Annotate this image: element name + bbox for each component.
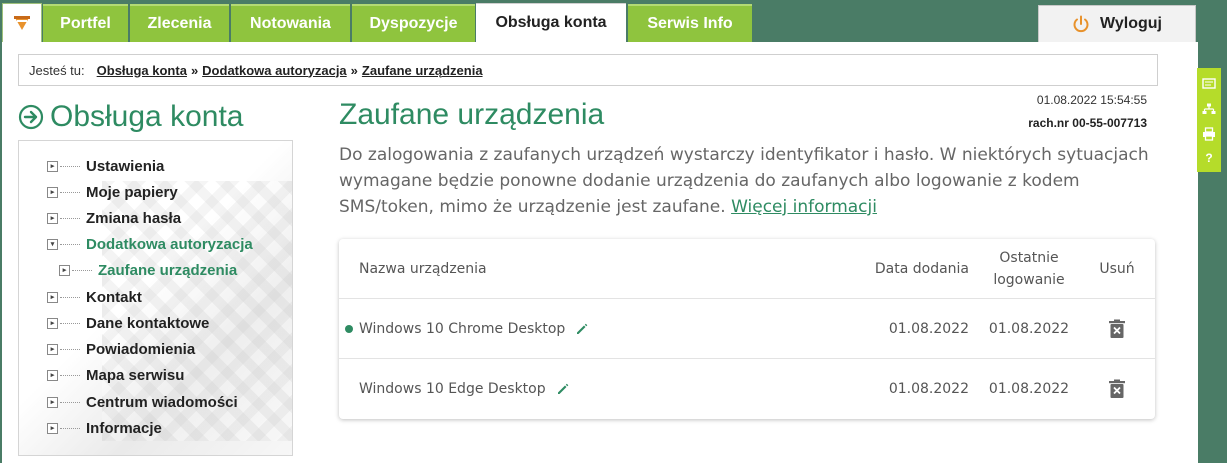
logout-label: Wyloguj	[1100, 15, 1162, 32]
expand-icon: ▸	[47, 343, 58, 355]
tab-dyspozycje[interactable]: Dyspozycje	[352, 4, 475, 42]
side-toolbar: ?	[1197, 68, 1221, 172]
sidebar-item-label: Mapa serwisu	[86, 366, 185, 384]
sidebar-item-label: Ustawienia	[86, 157, 165, 175]
breadcrumb-separator: »	[350, 62, 358, 78]
expand-icon: ▸	[47, 291, 58, 303]
logout-button[interactable]: Wyloguj	[1038, 5, 1196, 42]
device-name-cell: Windows 10 Edge Desktop	[359, 359, 570, 419]
column-header-added: Data dodania	[874, 260, 969, 277]
edit-device-name-button[interactable]	[575, 322, 589, 336]
expand-icon: ▸	[47, 212, 58, 224]
table-row: Windows 10 Edge Desktop 01.08.2022 01.08…	[339, 359, 1155, 419]
sidebar-item-label: Dane kontaktowe	[86, 314, 210, 332]
tab-notowania[interactable]: Notowania	[231, 4, 350, 42]
column-header-name: Nazwa urządzenia	[359, 260, 487, 277]
sidebar-item-dodatkowa-autoryzacja[interactable]: ▾ Dodatkowa autoryzacja	[47, 235, 253, 253]
more-info-link[interactable]: Więcej informacji	[731, 197, 877, 217]
expand-icon: ▸	[47, 160, 58, 172]
column-header-last-login: Ostatnie logowanie	[993, 249, 1065, 288]
sitemap-icon[interactable]	[1202, 100, 1216, 119]
collapse-icon: ▾	[47, 238, 58, 250]
sidebar-item-dane-kontaktowe[interactable]: ▸ Dane kontaktowe	[47, 314, 209, 332]
tab-portfel[interactable]: Portfel	[43, 4, 128, 42]
edit-device-name-button[interactable]	[556, 382, 570, 396]
pencil-icon	[577, 323, 588, 334]
sidebar-item-informacje[interactable]: ▸ Informacje	[47, 419, 162, 437]
print-icon[interactable]	[1202, 126, 1216, 145]
device-name-cell: Windows 10 Chrome Desktop	[359, 299, 589, 358]
breadcrumb-link-zaufane-urzadzenia[interactable]: Zaufane urządzenia	[362, 63, 483, 78]
session-datetime: 01.08.2022 15:54:55	[1036, 93, 1147, 107]
table-header-row: Nazwa urządzenia Data dodania Ostatnie l…	[339, 239, 1155, 299]
home-logo-tab[interactable]	[2, 3, 42, 42]
account-number: rach.nr 00-55-007713	[1028, 116, 1147, 130]
device-last-login: 01.08.2022	[988, 320, 1070, 337]
trash-icon	[1109, 379, 1125, 398]
expand-icon: ▸	[47, 369, 58, 381]
sidebar-title-text: Obsługa konta	[50, 100, 244, 133]
breadcrumb-separator: »	[190, 62, 199, 78]
sidebar-item-mapa-serwisu[interactable]: ▸ Mapa serwisu	[47, 366, 184, 384]
sidebar-item-label: Zmiana hasła	[86, 209, 182, 227]
sidebar-item-label: Centrum wiadomości	[86, 393, 238, 411]
device-added-date: 01.08.2022	[888, 381, 969, 397]
breadcrumb-link-dodatkowa-autoryzacja[interactable]: Dodatkowa autoryzacja	[202, 63, 347, 78]
trusted-devices-table: Nazwa urządzenia Data dodania Ostatnie l…	[339, 239, 1155, 419]
device-added-date: 01.08.2022	[888, 320, 969, 337]
expand-icon: ▸	[47, 186, 58, 198]
tab-zlecenia[interactable]: Zlecenia	[130, 4, 229, 42]
breadcrumb-prefix: Jesteś tu:	[29, 62, 85, 78]
breadcrumb-link-obsluga-konta[interactable]: Obsługa konta	[97, 63, 187, 78]
expand-icon: ▸	[47, 317, 58, 329]
sidebar-item-ustawienia[interactable]: ▸ Ustawienia	[47, 157, 164, 175]
sidebar-item-label: Zaufane urządzenia	[98, 261, 238, 279]
tab-serwis-info[interactable]: Serwis Info	[628, 4, 752, 42]
sidebar-item-label: Kontakt	[86, 288, 142, 306]
device-name: Windows 10 Chrome Desktop	[359, 320, 566, 337]
page-description: Do zalogowania z zaufanych urządzeń wyst…	[339, 142, 1159, 220]
sidebar-item-label: Dodatkowa autoryzacja	[86, 235, 253, 253]
sidebar-item-centrum-wiadomosci[interactable]: ▸ Centrum wiadomości	[47, 393, 238, 411]
tab-obsluga-konta[interactable]: Obsługa konta	[476, 3, 626, 42]
sidebar-item-label: Informacje	[86, 419, 162, 437]
home-logo-icon	[14, 16, 30, 30]
sidebar-item-zaufane-urzadzenia[interactable]: ▸ Zaufane urządzenia	[59, 261, 237, 279]
delete-device-button[interactable]	[1087, 299, 1147, 358]
column-header-delete: Usuń	[1099, 260, 1135, 277]
page-title: Zaufane urządzenia	[339, 98, 605, 131]
breadcrumb: Jesteś tu: Obsługa konta » Dodatkowa aut…	[18, 54, 1158, 86]
expand-icon: ▸	[47, 422, 58, 434]
sidebar-item-zmiana-hasla[interactable]: ▸ Zmiana hasła	[47, 209, 181, 227]
sidebar-item-label: Moje papiery	[86, 183, 178, 201]
sidebar-item-moje-papiery[interactable]: ▸ Moje papiery	[47, 183, 178, 201]
sidebar-title: Obsługa konta	[18, 100, 243, 134]
sidebar-item-label: Powiadomienia	[86, 340, 196, 358]
delete-device-button[interactable]	[1087, 359, 1147, 419]
help-icon[interactable]: ?	[1205, 151, 1212, 165]
pencil-icon	[557, 383, 568, 394]
expand-icon: ▸	[47, 396, 58, 408]
message-icon[interactable]	[1202, 75, 1216, 94]
top-navigation: Portfel Zlecenia Notowania Dyspozycje Ob…	[0, 0, 1227, 42]
trash-icon	[1109, 319, 1125, 338]
sidebar-menu: ▸ Ustawienia ▸ Moje papiery ▸ Zmiana hasła …	[18, 140, 293, 456]
device-name: Windows 10 Edge Desktop	[359, 381, 546, 397]
main-panel: Jesteś tu: Obsługa konta » Dodatkowa aut…	[0, 42, 1198, 463]
sidebar-item-powiadomienia[interactable]: ▸ Powiadomienia	[47, 340, 195, 358]
circle-arrow-right-icon	[18, 104, 44, 130]
table-row: Windows 10 Chrome Desktop 01.08.2022 01.…	[339, 299, 1155, 359]
expand-icon: ▸	[59, 264, 70, 276]
sidebar-item-kontakt[interactable]: ▸ Kontakt	[47, 288, 142, 306]
device-last-login: 01.08.2022	[988, 381, 1070, 397]
current-device-indicator	[345, 325, 353, 333]
power-icon	[1073, 15, 1089, 33]
